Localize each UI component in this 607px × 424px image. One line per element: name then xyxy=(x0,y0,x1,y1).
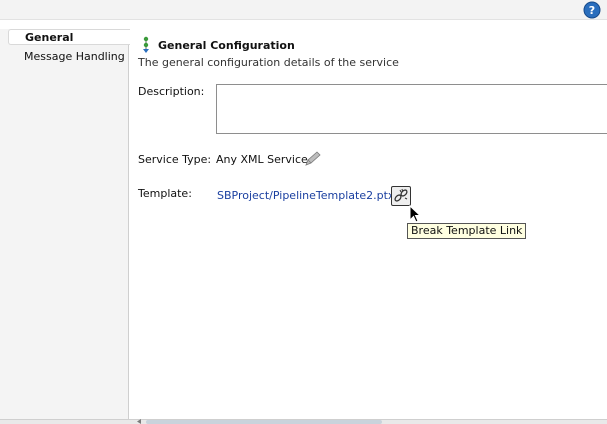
svg-text:?: ? xyxy=(589,4,595,17)
break-link-icon xyxy=(394,188,408,202)
break-template-link-button[interactable] xyxy=(391,186,411,206)
sidebar-item-message-handling[interactable]: Message Handling xyxy=(8,49,128,65)
service-type-label: Service Type: xyxy=(138,153,212,166)
page-title: General Configuration xyxy=(158,39,295,52)
sidebar: General Message Handling xyxy=(0,29,130,424)
tooltip: Break Template Link xyxy=(407,223,527,239)
help-icon[interactable]: ? xyxy=(583,1,601,19)
pencil-icon[interactable] xyxy=(303,151,321,167)
page-description: The general configuration details of the… xyxy=(138,56,399,69)
scroll-left-arrow-icon[interactable] xyxy=(135,419,143,424)
description-field[interactable] xyxy=(216,84,607,134)
description-label: Description: xyxy=(138,85,205,98)
template-link[interactable]: SBProject/PipelineTemplate2.ptx xyxy=(217,189,394,202)
top-spacer xyxy=(0,21,607,29)
scrollbar-thumb[interactable] xyxy=(146,420,382,424)
top-toolbar: ? xyxy=(0,0,607,20)
config-tree-icon xyxy=(143,36,149,53)
mouse-cursor-icon xyxy=(409,205,422,223)
sidebar-item-general[interactable]: General xyxy=(8,29,130,45)
template-label: Template: xyxy=(138,187,192,200)
service-type-value: Any XML Service xyxy=(216,153,308,166)
